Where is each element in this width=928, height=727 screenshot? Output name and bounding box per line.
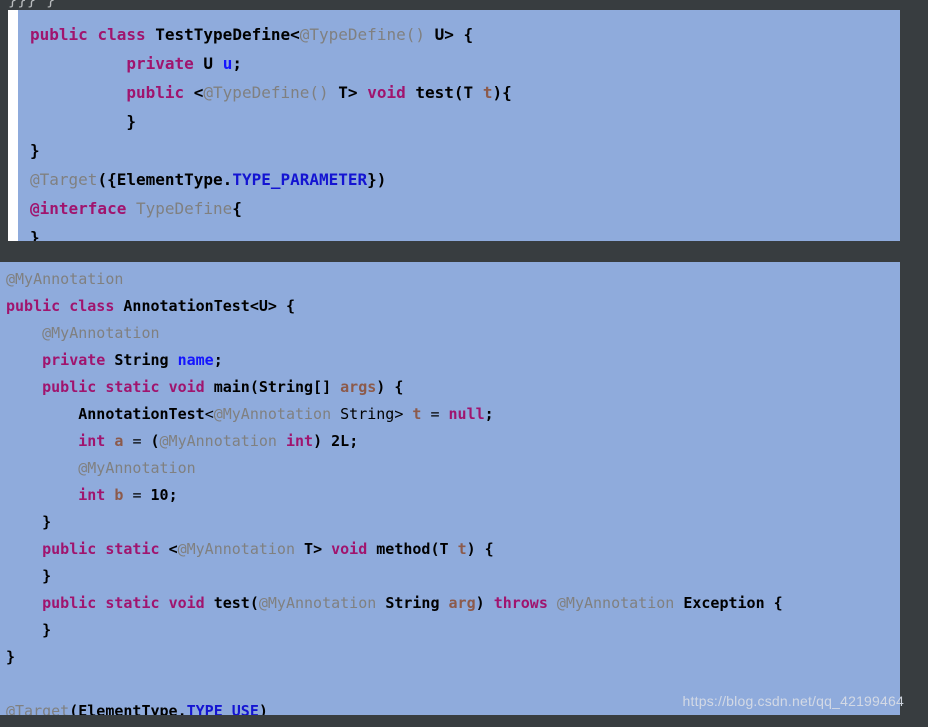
code-line: } [30, 228, 40, 241]
code-line: private String name; [42, 351, 223, 369]
code-line: } [30, 141, 40, 160]
code-line: } [42, 621, 52, 639]
code-line: public static void test(@MyAnnotation St… [42, 594, 783, 612]
code-block-annotation-test: @MyAnnotation public class AnnotationTes… [0, 262, 900, 715]
code-line: @MyAnnotation [78, 459, 196, 477]
clipped-top-line: }}} } [0, 0, 928, 10]
code-line: private U u; [126, 54, 242, 73]
csdn-watermark: https://blog.csdn.net/qq_42199464 [682, 693, 904, 709]
code-line: AnnotationTest<@MyAnnotation String> t =… [78, 405, 494, 423]
code-line: public class AnnotationTest<U> { [6, 297, 295, 315]
code-lines-block1: public class TestTypeDefine<@TypeDefine(… [30, 10, 900, 241]
clipped-top-line-text: }}} } [8, 0, 56, 9]
code-line: } [126, 112, 136, 131]
code-line: int a = (@MyAnnotation int) 2L; [78, 432, 359, 450]
code-line: } [42, 513, 52, 531]
code-line: int b = 10; [78, 486, 178, 504]
code-line: } [6, 648, 16, 666]
code-line: @interface TypeDefine{ [30, 199, 242, 218]
code-line: public static <@MyAnnotation T> void met… [42, 540, 494, 558]
code-line: public static void main(String[] args) { [42, 378, 404, 396]
code-lines-block2: @MyAnnotation public class AnnotationTes… [6, 262, 900, 715]
code-line: } [42, 567, 52, 585]
code-line: public class TestTypeDefine<@TypeDefine(… [30, 25, 474, 44]
code-line: @MyAnnotation [6, 270, 124, 288]
page-background: }}} } public class TestTypeDefine<@TypeD… [0, 0, 928, 727]
code-line: @Target({ElementType.TYPE_PARAMETER}) [30, 170, 387, 189]
code-line: public <@TypeDefine() T> void test(T t){ [126, 83, 512, 102]
code-line: @MyAnnotation [42, 324, 160, 342]
code-block-test-type-define: public class TestTypeDefine<@TypeDefine(… [8, 10, 900, 241]
